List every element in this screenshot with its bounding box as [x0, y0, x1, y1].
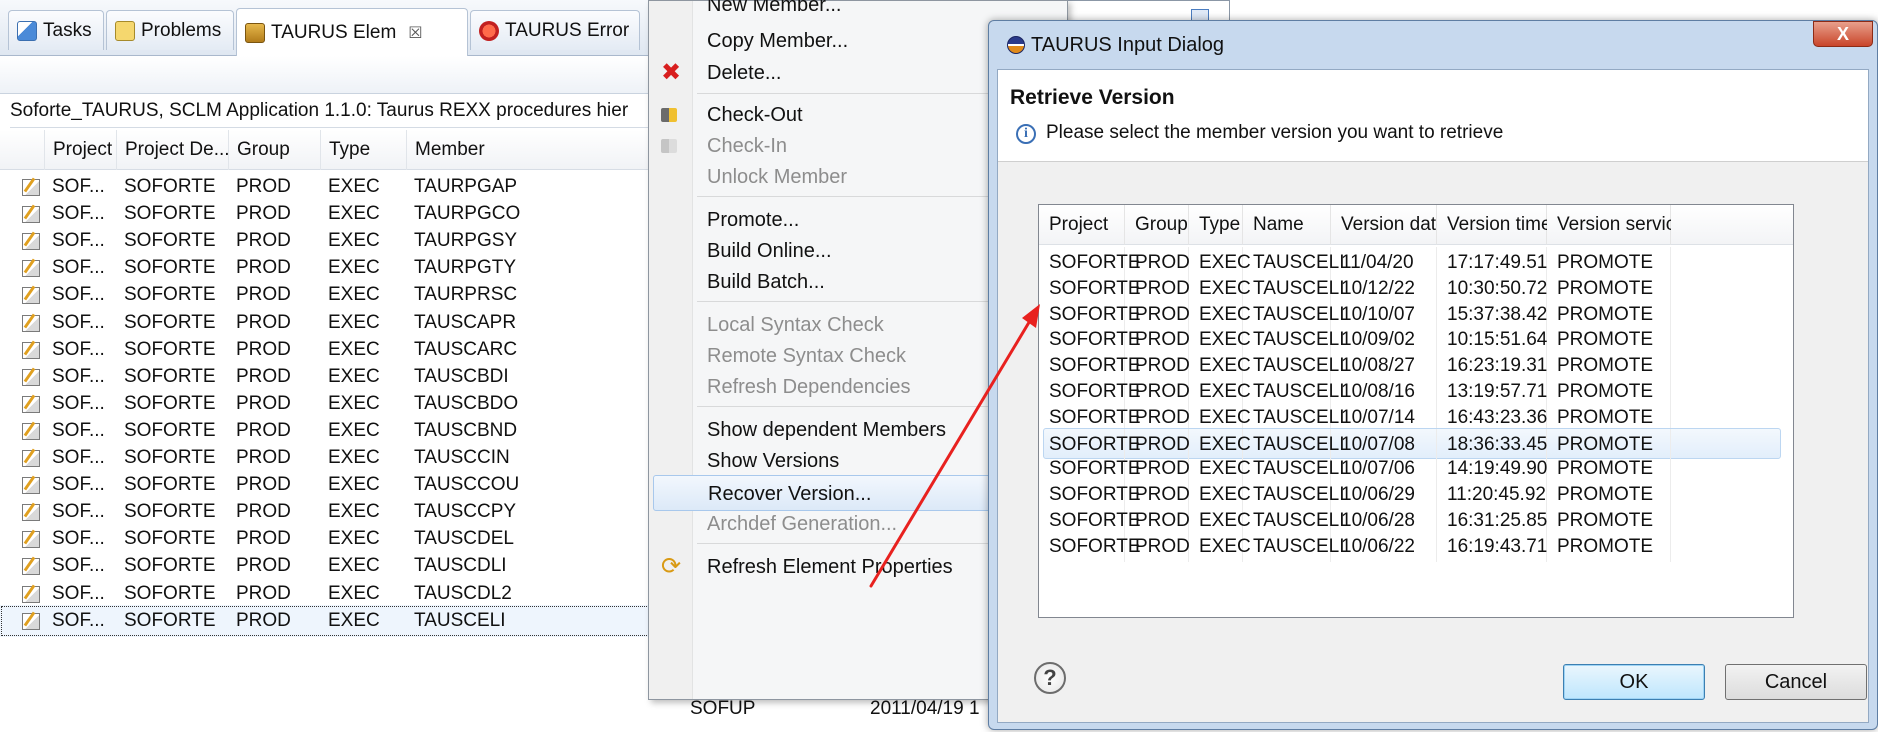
tab-label: TAURUS Elem [271, 21, 397, 43]
menu-item-label: Archdef Generation... [707, 513, 898, 535]
edit-member-icon [22, 206, 40, 224]
tab-label: TAURUS Error [505, 19, 630, 41]
column-header[interactable]: Type [320, 130, 406, 170]
version-column-header[interactable]: Type [1189, 205, 1243, 245]
version-column-header[interactable]: Version service [1547, 205, 1686, 245]
header-filler [1671, 205, 1793, 245]
version-column-header[interactable]: Version date [1331, 205, 1447, 245]
tab-taurus-error[interactable]: TAURUS Error [470, 10, 640, 50]
edit-member-icon [22, 395, 40, 413]
menu-item-label: Build Online... [707, 240, 832, 262]
edit-member-icon [22, 179, 40, 196]
version-cell: TAUSCELI [1243, 530, 1345, 562]
close-tab-icon[interactable]: ☒ [408, 23, 422, 43]
table-cell: TAUSCELI [414, 609, 506, 631]
tab-label: Tasks [43, 19, 92, 41]
problems-icon [115, 20, 135, 41]
hidden-row-group: SOFUP [690, 698, 756, 719]
edit-member-icon [22, 504, 40, 522]
tab-tasks[interactable]: Tasks [8, 10, 104, 50]
version-cell: PROMOTE [1547, 530, 1671, 562]
edit-member-icon [22, 612, 40, 630]
edit-member-icon [22, 585, 40, 603]
version-column-header[interactable]: Name [1243, 205, 1331, 245]
version-column-header[interactable]: Project [1039, 205, 1125, 245]
version-cell: EXEC [1189, 530, 1251, 562]
menu-item-label: Remote Syntax Check [707, 345, 906, 367]
dialog-header: Retrieve Version i Please select the mem… [998, 70, 1868, 162]
tab-problems[interactable]: Problems [106, 10, 234, 50]
edit-member-icon [22, 477, 40, 495]
taurus-input-dialog: TAURUS Input Dialog X Retrieve Version i… [988, 20, 1878, 730]
edit-member-icon [22, 233, 40, 251]
version-row[interactable]: SOFORTE PROD EXEC TAUSCELI 10/06/22 16:19:43.… [1039, 530, 1793, 562]
check-in-icon [661, 139, 677, 153]
menu-item-label: Check-Out [707, 104, 803, 126]
dialog-title-bar: TAURUS Input Dialog [989, 21, 1877, 69]
table-cell: SOF... [52, 609, 105, 631]
dialog-body: Retrieve Version i Please select the mem… [997, 69, 1869, 723]
menu-item-label: Build Batch... [707, 271, 825, 293]
column-header[interactable]: Member [406, 130, 546, 170]
menu-item-label: Promote... [707, 209, 800, 231]
delete-icon: ✖ [661, 59, 682, 86]
menu-item-label: Check-In [707, 135, 788, 157]
cancel-button[interactable]: Cancel [1725, 664, 1867, 700]
menu-item-label: Show Versions [707, 450, 840, 472]
taurus-error-icon [479, 20, 499, 41]
edit-member-icon [22, 260, 40, 278]
edit-member-icon [22, 558, 40, 576]
view-description: Soforte_TAURUS, SCLM Application 1.1.0: … [10, 94, 660, 128]
column-header[interactable]: Project [44, 130, 116, 170]
tab-label: Problems [141, 19, 222, 41]
menu-item-label: Copy Member... [707, 30, 849, 52]
hidden-row-date: 2011/04/19 1 [870, 698, 980, 719]
help-icon[interactable]: ? [1034, 662, 1066, 694]
tasks-icon [17, 20, 37, 41]
edit-member-icon [22, 341, 40, 359]
view-tab-bar: Tasks Problems TAURUS Elem ☒ TAURUS Error [0, 0, 660, 56]
table-cell: SOFORTE [124, 609, 216, 631]
version-column-header[interactable]: Version time [1437, 205, 1552, 245]
table-cell: PROD [236, 609, 291, 631]
dialog-heading: Retrieve Version [1010, 86, 1175, 109]
info-icon: i [1016, 124, 1036, 144]
column-header[interactable]: Group [228, 130, 320, 170]
ok-button[interactable]: OK [1563, 664, 1705, 700]
edit-member-icon [22, 368, 40, 386]
view-toolbar [0, 56, 660, 94]
menu-item-label: Show dependent Members [707, 419, 947, 441]
edit-member-icon [22, 450, 40, 467]
close-button[interactable]: X [1813, 21, 1873, 47]
version-cell: 16:19:43.71 [1437, 530, 1547, 562]
edit-member-icon [22, 314, 40, 332]
column-header[interactable]: Project De... [116, 130, 228, 170]
refresh-icon: ⟳ [661, 553, 682, 580]
check-out-icon [661, 108, 677, 122]
version-cell: 10/06/22 [1331, 530, 1437, 562]
menu-item-label: Local Syntax Check [707, 314, 884, 336]
version-column-header[interactable]: Group [1125, 205, 1189, 245]
table-cell: EXEC [328, 609, 380, 631]
tab-taurus-elements[interactable]: TAURUS Elem ☒ [236, 8, 468, 56]
edit-member-icon [22, 531, 40, 549]
versions-table[interactable]: Project Group Type Name Version date Version … [1038, 204, 1794, 618]
version-cell: PROD [1125, 530, 1190, 562]
menu-item-label: Recover Version... [708, 483, 872, 505]
version-cell: SOFORTE [1039, 530, 1141, 562]
menu-item-label: Refresh Element Properties [707, 556, 953, 578]
edit-member-icon [22, 287, 40, 305]
dialog-title: TAURUS Input Dialog [1031, 34, 1225, 56]
menu-item-label: Delete... [707, 62, 782, 84]
dialog-message: Please select the member version you wan… [1046, 122, 1504, 143]
eclipse-icon [1007, 36, 1025, 54]
menu-item-label: Unlock Member [707, 166, 848, 188]
menu-item-label: New Member... [707, 0, 842, 16]
menu-item-label: Refresh Dependencies [707, 376, 911, 398]
edit-member-icon [22, 422, 40, 440]
taurus-elements-icon [245, 22, 265, 43]
